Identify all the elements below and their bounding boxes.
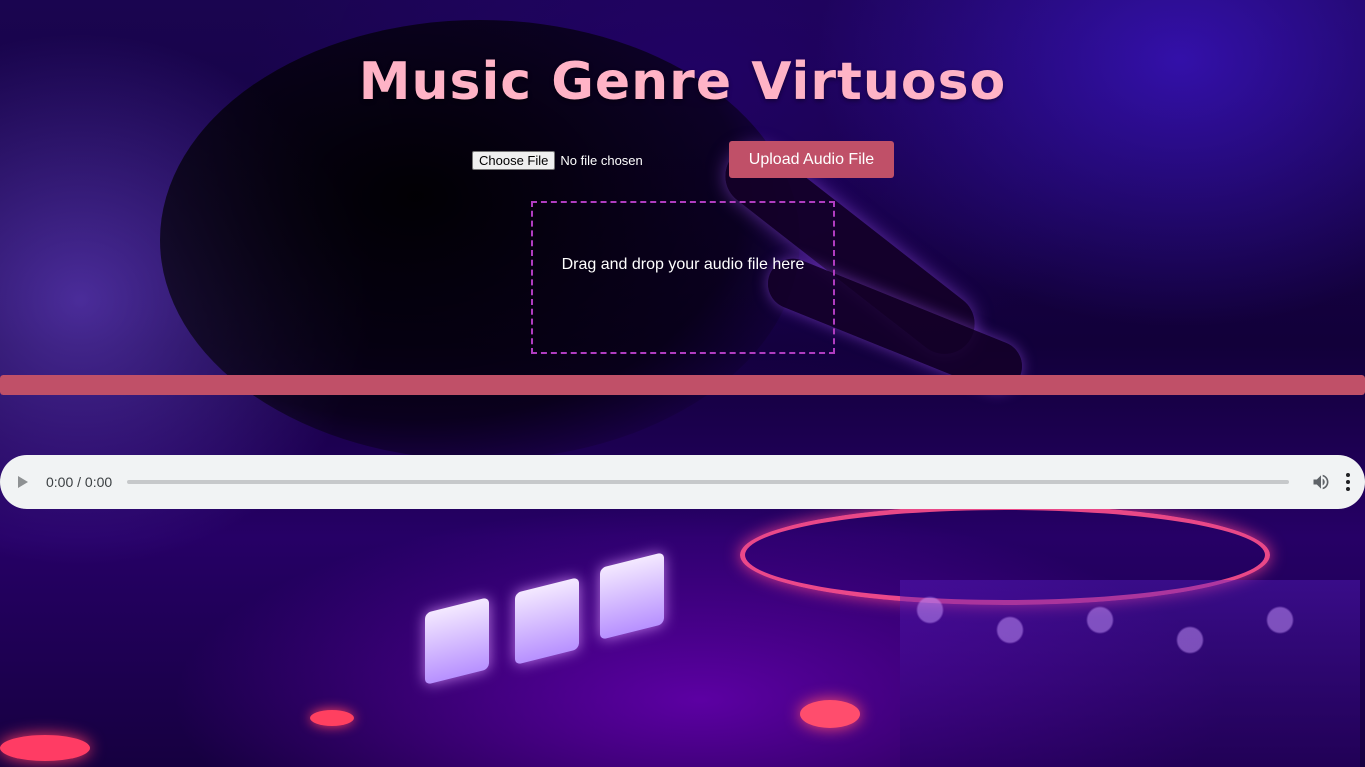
file-input[interactable]: Choose File No file chosen	[472, 151, 643, 170]
choose-file-button[interactable]: Choose File	[472, 151, 556, 170]
progress-bar-fill	[0, 375, 1365, 395]
drop-zone[interactable]: Drag and drop your audio file here	[531, 201, 835, 354]
seek-bar[interactable]	[127, 480, 1289, 484]
audio-player[interactable]: 0:00 / 0:00	[0, 455, 1365, 509]
progress-bar	[0, 375, 1365, 395]
upload-audio-button[interactable]: Upload Audio File	[729, 141, 894, 178]
drop-zone-label: Drag and drop your audio file here	[561, 256, 805, 273]
play-icon[interactable]	[18, 476, 28, 488]
file-status-text: No file chosen	[560, 153, 643, 168]
volume-icon[interactable]	[1311, 472, 1331, 492]
page-title: Music Genre Virtuoso	[358, 52, 1007, 112]
audio-time: 0:00 / 0:00	[46, 474, 113, 490]
more-vert-icon[interactable]	[1345, 473, 1351, 491]
